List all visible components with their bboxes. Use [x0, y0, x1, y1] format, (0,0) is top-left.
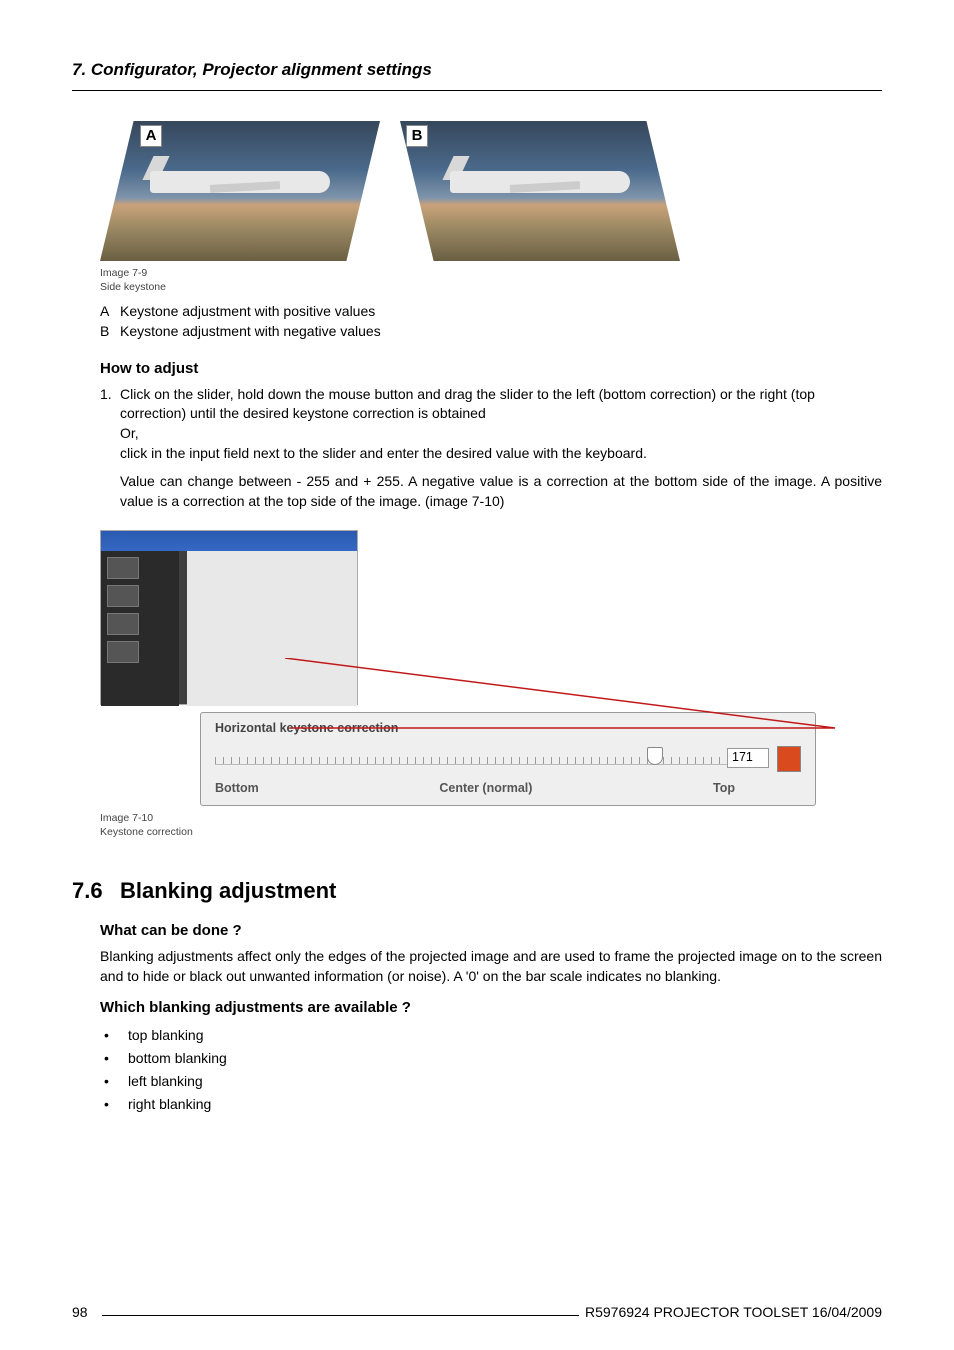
image-a-label: A [140, 125, 162, 147]
legend-list: AKeystone adjustment with positive value… [72, 301, 882, 342]
value-range-para: Value can change between - 255 and + 255… [72, 472, 882, 512]
slider-label-bottom: Bottom [215, 781, 259, 795]
slider-label-center: Center (normal) [439, 781, 532, 795]
step-1-number: 1. [100, 385, 120, 465]
step-1-or: Or, [120, 425, 139, 441]
page-header: 7. Configurator, Projector alignment set… [72, 60, 882, 91]
blanking-description: Blanking adjustments affect only the edg… [72, 947, 882, 987]
steps: 1. Click on the slider, hold down the mo… [72, 385, 882, 465]
image-b-label: B [406, 125, 428, 147]
page-footer: 98 R5976924 PROJECTOR TOOLSET 16/04/2009 [72, 1304, 882, 1320]
page-number: 98 [72, 1304, 88, 1320]
image-7-9-desc: Side keystone [72, 281, 882, 293]
how-to-adjust-heading: How to adjust [72, 360, 882, 377]
section-number: 7.6 [72, 878, 120, 904]
image-b: B [400, 121, 680, 261]
legend-a-text: Keystone adjustment with positive values [120, 303, 375, 319]
image-a: A [100, 121, 380, 261]
list-item: top blanking [100, 1024, 882, 1047]
figure-7-10: Horizontal keystone correction 171 Botto… [72, 530, 882, 838]
legend-a-key: A [100, 301, 120, 321]
what-can-be-done-heading: What can be done ? [72, 922, 882, 939]
section-title: Blanking adjustment [120, 878, 336, 903]
footer-text: R5976924 PROJECTOR TOOLSET 16/04/2009 [585, 1304, 882, 1320]
image-7-9-number: Image 7-9 [72, 267, 882, 279]
legend-b-key: B [100, 321, 120, 341]
step-1-text: Click on the slider, hold down the mouse… [120, 386, 815, 422]
color-swatch[interactable] [777, 746, 801, 772]
slider-thumb[interactable] [647, 747, 663, 765]
image-7-10-desc: Keystone correction [100, 826, 882, 838]
callout-line [285, 658, 840, 731]
images-row: A B [72, 121, 882, 261]
list-item: right blanking [100, 1093, 882, 1116]
which-blanking-heading: Which blanking adjustments are available… [72, 999, 882, 1016]
list-item: left blanking [100, 1070, 882, 1093]
slider-label-top: Top [713, 781, 735, 795]
list-item: bottom blanking [100, 1047, 882, 1070]
section-7-6-heading: 7.6Blanking adjustment [72, 878, 882, 904]
legend-b-text: Keystone adjustment with negative values [120, 323, 381, 339]
step-1-alt: click in the input field next to the sli… [120, 445, 647, 461]
slider-value-input[interactable]: 171 [727, 748, 769, 768]
image-7-10-number: Image 7-10 [100, 812, 882, 824]
blanking-list: top blanking bottom blanking left blanki… [72, 1024, 882, 1116]
